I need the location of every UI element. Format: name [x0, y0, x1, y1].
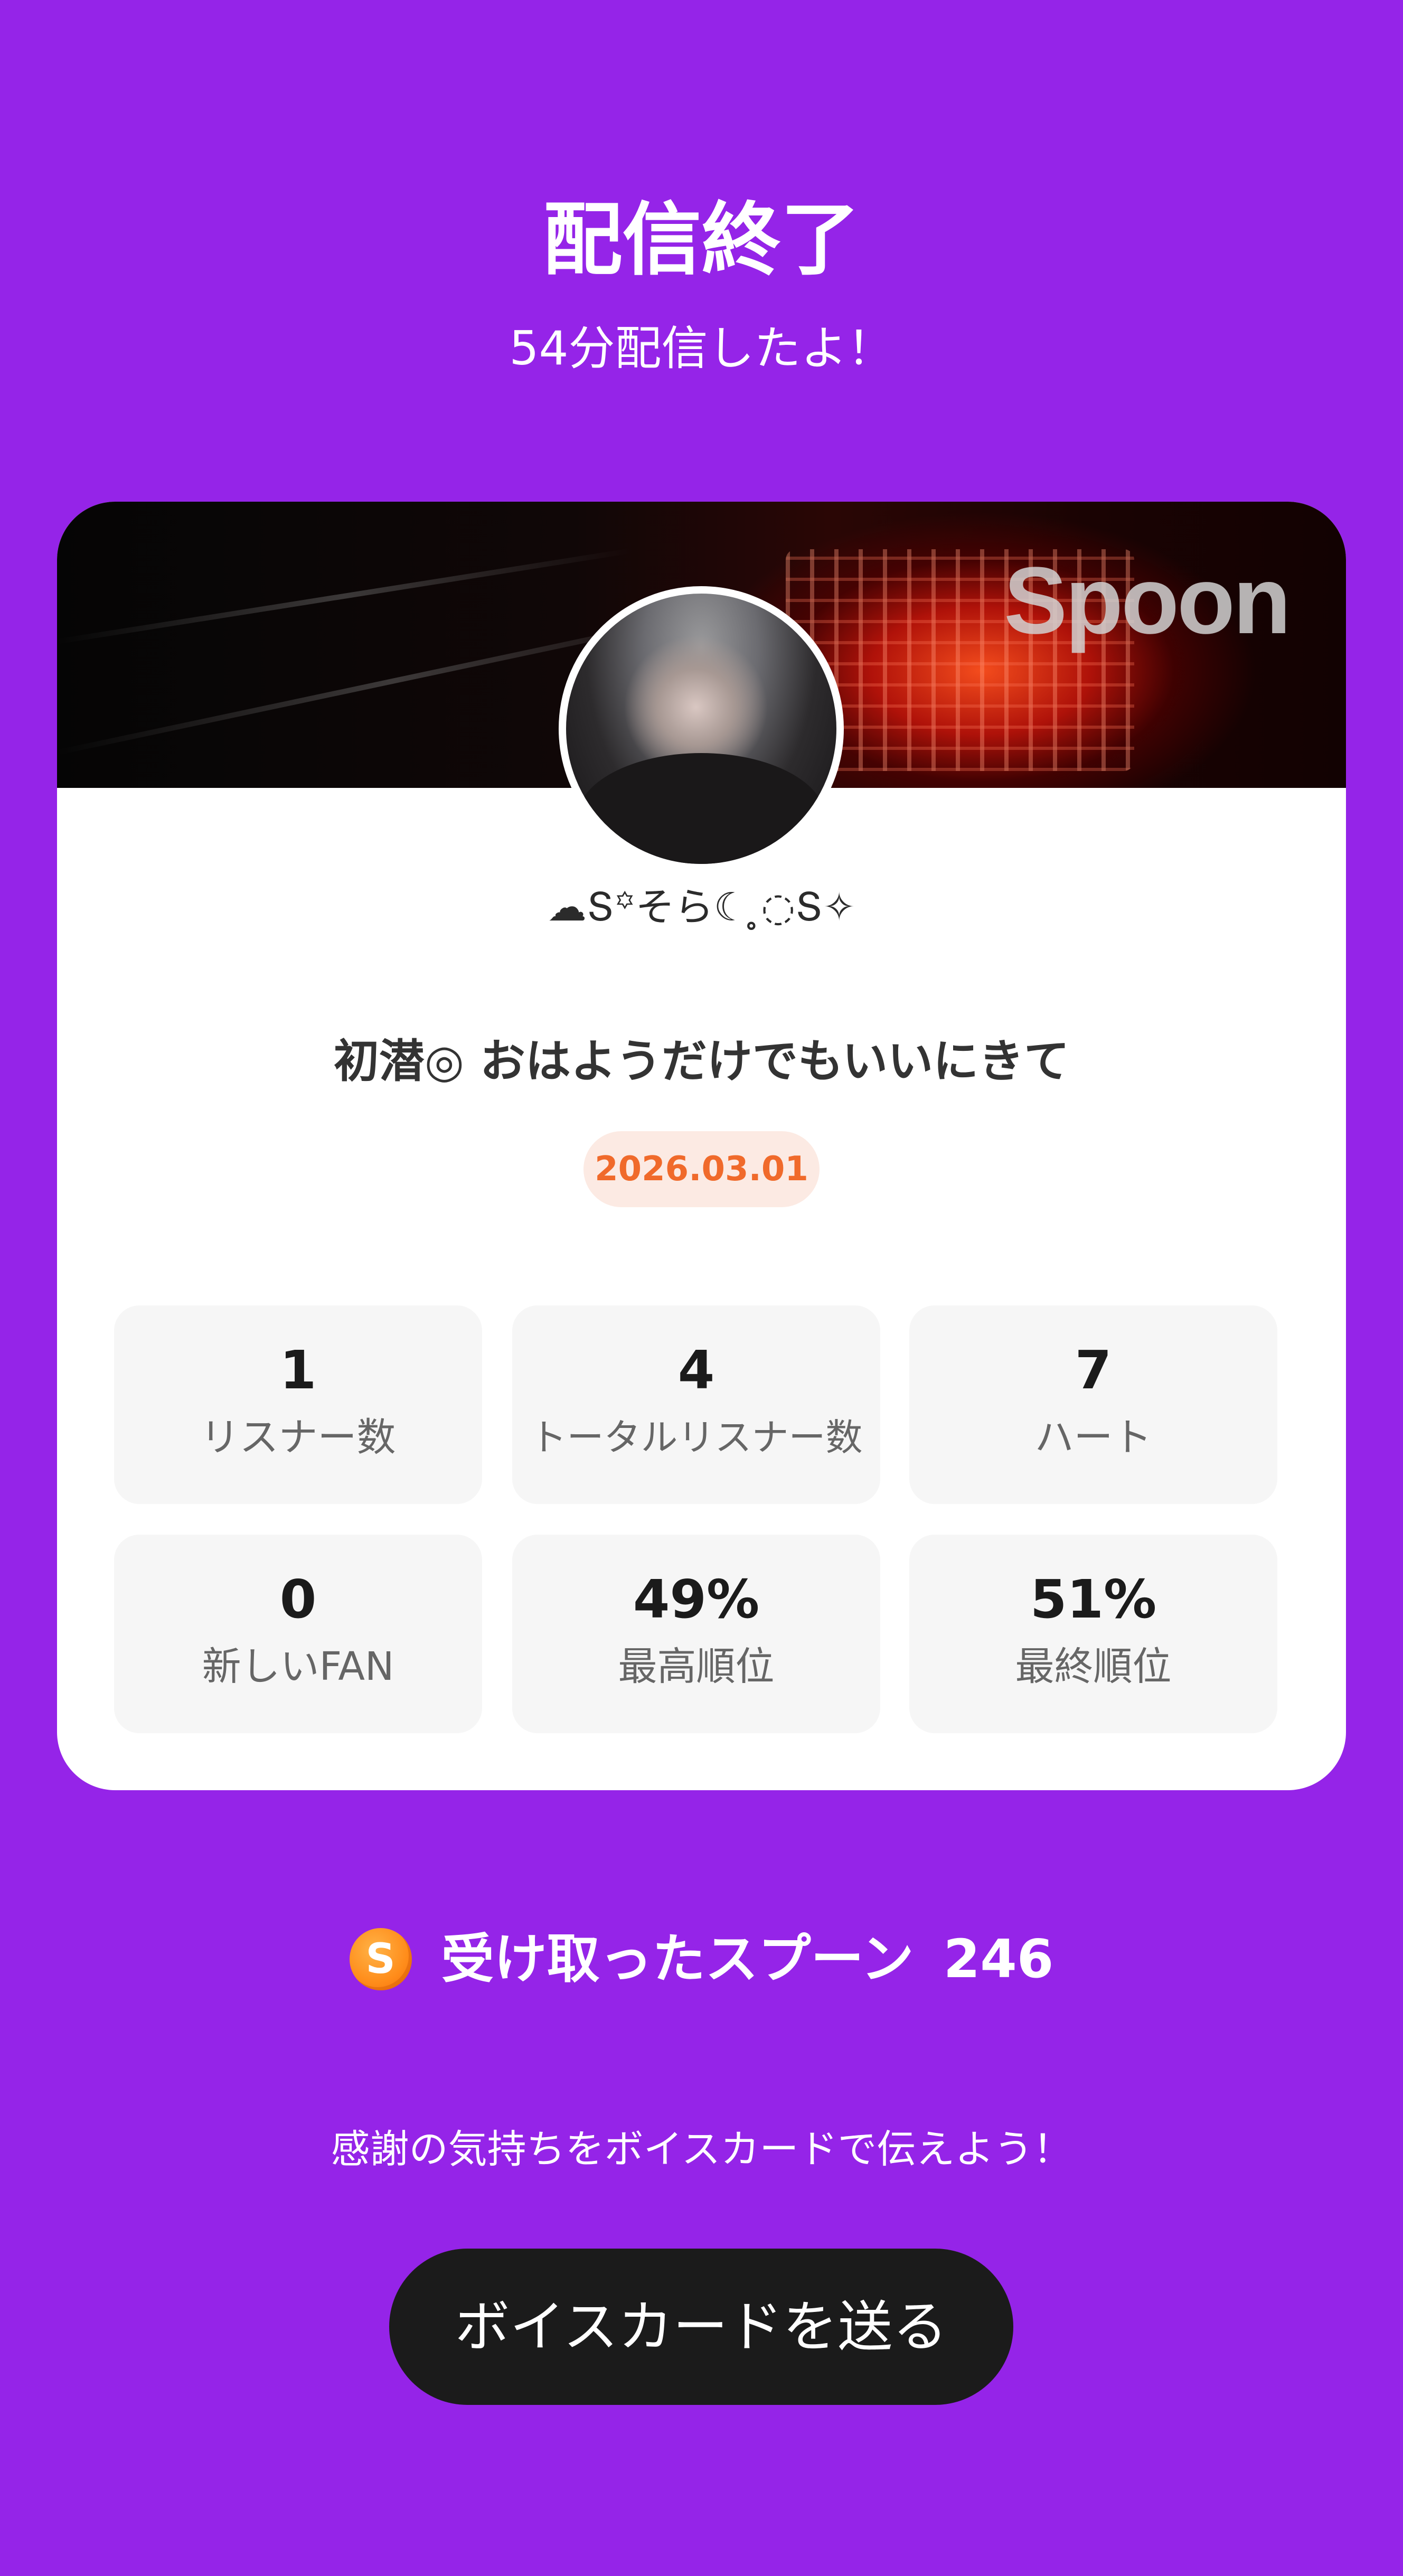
stat-label: 新しいFAN [202, 1644, 394, 1689]
username: ☁︎Տ꙳そら☾ ̥◌Տ✧ [547, 885, 856, 930]
received-spoons-count: 246 [943, 1928, 1054, 1990]
stat-label: 最終順位 [1015, 1644, 1172, 1689]
stream-summary-card: Spoon ☁︎Տ꙳そら☾ ̥◌Տ✧ 初潜◎ おはようだけでもいいにきて 202… [57, 502, 1346, 1790]
stat-label: 最高順位 [618, 1644, 775, 1689]
stat-value: 1 [279, 1339, 317, 1401]
stat-hearts: 7 ハート [909, 1305, 1277, 1504]
stat-value: 4 [677, 1339, 715, 1401]
stat-total-listeners: 4 トータルリスナー数 [512, 1305, 880, 1504]
received-spoons-label: 受け取ったスプーン [441, 1928, 914, 1990]
stream-duration-text: 54分配信したよ！ [509, 321, 894, 375]
received-spoons: S 受け取ったスプーン 246 [0, 1922, 1403, 1996]
stat-new-fans: 0 新しいFAN [114, 1535, 482, 1733]
send-voice-card-button[interactable]: ボイスカードを送る [389, 2249, 1013, 2405]
stat-final-rank: 51% 最終順位 [909, 1535, 1277, 1733]
stat-label: リスナー数 [200, 1415, 396, 1460]
stat-listeners: 1 リスナー数 [114, 1305, 482, 1504]
stat-value: 49% [633, 1568, 760, 1630]
stat-value: 0 [279, 1568, 317, 1630]
avatar [559, 586, 844, 871]
date-badge: 2026.03.01 [583, 1131, 820, 1207]
page-title: 配信終了 [543, 194, 860, 286]
stat-label: トータルリスナー数 [530, 1416, 863, 1459]
stat-label: ハート [1034, 1415, 1152, 1460]
spoon-coin-icon: S [349, 1928, 412, 1990]
banner-decoration [57, 548, 632, 644]
stat-highest-rank: 49% 最高順位 [512, 1535, 880, 1733]
thanks-message: 感謝の気持ちをボイスカードで伝えよう！ [331, 2127, 1072, 2172]
avatar-figure [577, 753, 826, 864]
stream-end-screen: 配信終了 54分配信したよ！ Spoon ☁︎Տ꙳そら☾ ̥◌Տ✧ 初潜◎ おは… [0, 0, 1403, 2576]
spoon-logo: Spoon [1004, 548, 1291, 654]
stream-title: 初潜◎ おはようだけでもいいにきて [333, 1035, 1070, 1088]
stat-value: 51% [1030, 1568, 1157, 1630]
stat-value: 7 [1075, 1339, 1112, 1401]
